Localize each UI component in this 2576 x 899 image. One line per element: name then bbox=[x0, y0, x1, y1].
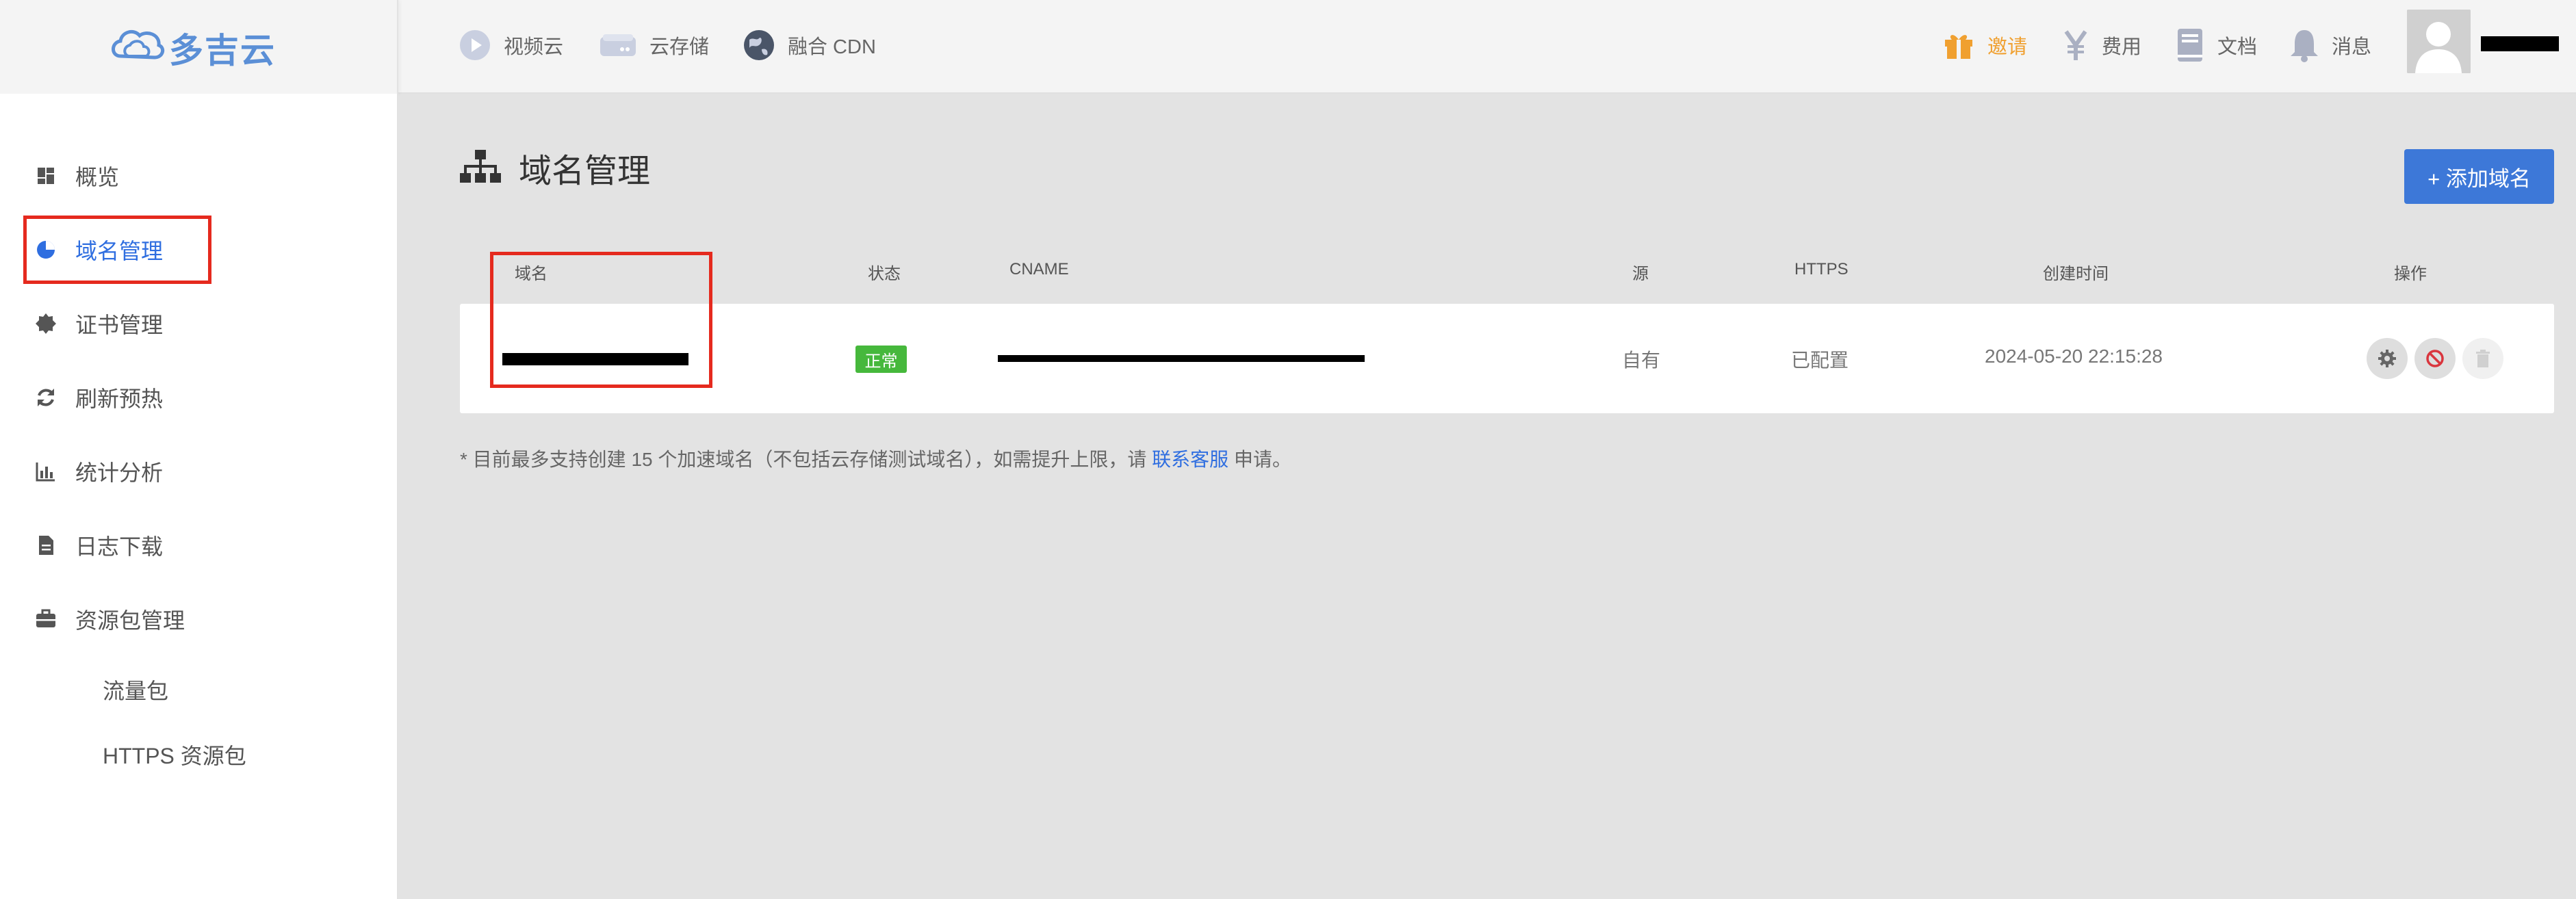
contact-support-link[interactable]: 联系客服 bbox=[1152, 449, 1228, 470]
cname-value-redacted bbox=[998, 355, 1365, 362]
avatar[interactable] bbox=[2407, 10, 2471, 73]
sidebar-item-refresh-preload[interactable]: 刷新预热 bbox=[34, 377, 163, 418]
column-header-cname: CNAME bbox=[1009, 260, 1069, 278]
note-suffix: 申请。 bbox=[1233, 449, 1291, 470]
storage-drive-icon bbox=[600, 34, 636, 56]
nav-messages[interactable]: 消息 bbox=[2289, 25, 2371, 66]
nav-docs[interactable]: 文档 bbox=[2175, 25, 2257, 66]
column-header-status: 状态 bbox=[868, 265, 901, 283]
yen-icon bbox=[2064, 30, 2087, 60]
note-prefix: * 目前最多支持创建 15 个加速域名（不包括云存储测试域名），如需提升上限，请 bbox=[460, 449, 1147, 470]
column-header-created: 创建时间 bbox=[2043, 265, 2109, 283]
file-icon bbox=[39, 536, 53, 555]
status-badge: 正常 bbox=[855, 346, 907, 373]
logo-area[interactable]: 多吉云 bbox=[0, 0, 398, 94]
bell-icon bbox=[2291, 30, 2318, 62]
dashboard-icon bbox=[38, 168, 54, 184]
settings-gear-icon bbox=[2378, 350, 2396, 367]
nav-label: 云存储 bbox=[649, 36, 710, 58]
highlight-box-sidebar bbox=[23, 216, 211, 284]
sidebar-item-resource-packs[interactable]: 资源包管理 bbox=[34, 599, 185, 640]
username-redacted[interactable] bbox=[2481, 36, 2559, 51]
play-circle-icon bbox=[460, 30, 490, 60]
sidebar: 概览 域名管理 证书管理 刷新预热 统计分析 日志下载 资源包管理 流量包 HT… bbox=[0, 94, 398, 899]
disable-button[interactable] bbox=[2414, 338, 2456, 379]
domain-limit-note: * 目前最多支持创建 15 个加速域名（不包括云存储测试域名），如需提升上限，请… bbox=[460, 445, 1291, 472]
source-value: 自有 bbox=[1622, 350, 1661, 371]
page-header: 域名管理 bbox=[459, 144, 650, 192]
settings-button[interactable] bbox=[2367, 338, 2408, 379]
nav-label: 邀请 bbox=[1987, 36, 2028, 58]
nav-billing[interactable]: 费用 bbox=[2062, 25, 2141, 66]
bar-chart-icon bbox=[36, 462, 55, 482]
book-icon bbox=[2178, 29, 2202, 62]
sidebar-item-statistics[interactable]: 统计分析 bbox=[34, 451, 163, 492]
page-title: 域名管理 bbox=[519, 153, 651, 190]
brand-name: 多吉云 bbox=[169, 31, 276, 70]
add-domain-button[interactable]: + 添加域名 bbox=[2404, 149, 2554, 204]
delete-button[interactable] bbox=[2462, 338, 2503, 379]
nav-video-cloud[interactable]: 视频云 bbox=[459, 25, 563, 66]
briefcase-icon bbox=[36, 609, 55, 627]
column-header-https: HTTPS bbox=[1794, 260, 1849, 278]
top-bar: 多吉云 视频云 云存储 融合 CDN 邀请 费用 文档 消息 bbox=[0, 0, 2576, 94]
sidebar-subitem-https-pack[interactable]: HTTPS 资源包 bbox=[103, 739, 246, 770]
nav-label: 消息 bbox=[2332, 36, 2372, 58]
delete-trash-icon bbox=[2476, 350, 2490, 367]
sidebar-item-label: 刷新预热 bbox=[75, 387, 164, 411]
nav-cdn[interactable]: 融合 CDN bbox=[743, 25, 876, 66]
sidebar-item-label: 统计分析 bbox=[75, 460, 164, 485]
nav-label: 视频云 bbox=[504, 36, 564, 58]
nav-label: 文档 bbox=[2217, 36, 2258, 58]
user-silhouette-icon bbox=[2407, 10, 2471, 73]
column-header-actions: 操作 bbox=[2394, 265, 2427, 283]
sidebar-item-label: 资源包管理 bbox=[75, 608, 185, 633]
cloud-logo-icon bbox=[112, 29, 165, 60]
highlight-box-domain bbox=[490, 252, 712, 388]
nav-label: 融合 CDN bbox=[788, 36, 876, 58]
certificate-icon bbox=[36, 313, 56, 334]
sidebar-item-label: 日志下载 bbox=[75, 534, 164, 559]
sidebar-item-certificates[interactable]: 证书管理 bbox=[34, 303, 163, 344]
sidebar-item-log-download[interactable]: 日志下载 bbox=[34, 525, 163, 566]
table-row bbox=[460, 304, 2554, 413]
sidebar-item-label: 证书管理 bbox=[75, 313, 164, 337]
sitemap-icon bbox=[460, 150, 501, 183]
refresh-icon bbox=[38, 389, 54, 406]
column-header-source: 源 bbox=[1632, 265, 1649, 283]
nav-cloud-storage[interactable]: 云存储 bbox=[599, 25, 709, 66]
disable-ban-icon bbox=[2426, 350, 2444, 367]
sidebar-subitem-traffic-pack[interactable]: 流量包 bbox=[103, 674, 168, 705]
nav-label: 费用 bbox=[2102, 36, 2142, 58]
https-value: 已配置 bbox=[1791, 350, 1849, 371]
globe-icon bbox=[744, 30, 774, 60]
sidebar-item-overview[interactable]: 概览 bbox=[34, 155, 119, 196]
nav-invite[interactable]: 邀请 bbox=[1942, 25, 2027, 66]
sidebar-item-label: 概览 bbox=[75, 165, 120, 190]
gift-icon bbox=[1945, 35, 1972, 59]
created-time-value: 2024-05-20 22:15:28 bbox=[1985, 346, 2163, 367]
